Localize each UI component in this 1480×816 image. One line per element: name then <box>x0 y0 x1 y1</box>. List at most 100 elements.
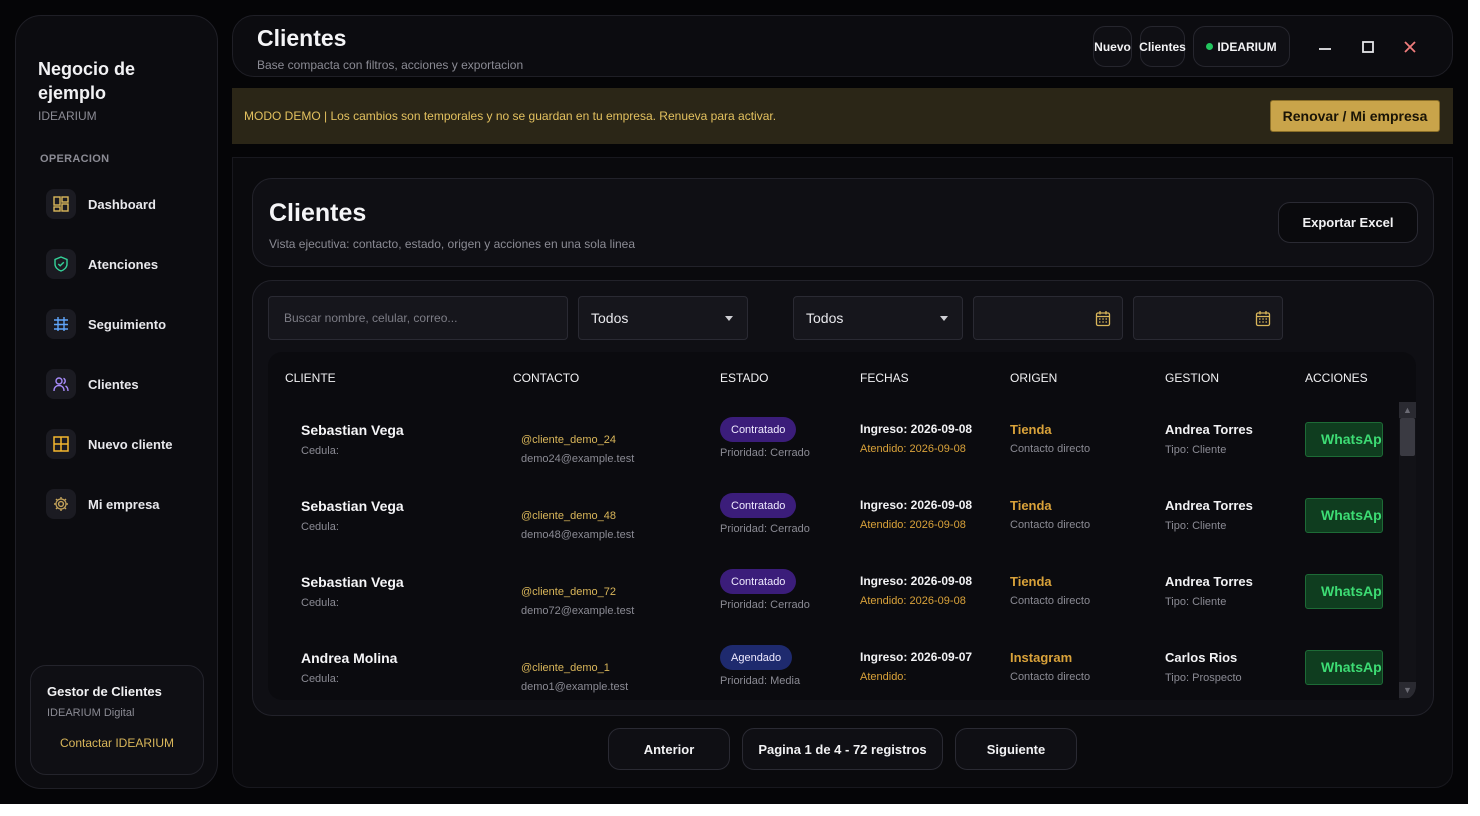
support-card: Gestor de Clientes IDEARIUM Digital Cont… <box>30 665 204 775</box>
client-email: demo24@example.test <box>521 453 635 465</box>
sidebar: Negocio de ejemplo IDEARIUM OPERACION Da… <box>15 15 218 789</box>
page-subtitle: Base compacta con filtros, acciones y ex… <box>257 58 524 72</box>
status-badge: Agendado <box>720 645 793 670</box>
sidebar-item-atenciones[interactable]: Atenciones <box>46 247 206 281</box>
export-excel-button[interactable]: Exportar Excel <box>1278 202 1418 243</box>
grid-plus-icon <box>46 429 76 459</box>
client-name: Sebastian Vega <box>301 498 404 514</box>
column-header: ORIGEN <box>1010 371 1058 385</box>
client-name: Sebastian Vega <box>301 422 404 438</box>
ingreso-date: Ingreso: 2026-09-08 <box>860 422 973 436</box>
client-handle[interactable]: @cliente_demo_24 <box>521 434 616 446</box>
client-handle[interactable]: @cliente_demo_72 <box>521 586 616 598</box>
manager-name: Andrea Torres <box>1165 498 1253 513</box>
client-email: demo48@example.test <box>521 529 635 541</box>
support-card-subtitle: IDEARIUM Digital <box>47 707 135 719</box>
select-value: Todos <box>806 310 844 326</box>
close-icon <box>1404 41 1416 53</box>
next-page-button[interactable]: Siguiente <box>955 728 1077 770</box>
origin-text: Tienda <box>1010 574 1052 589</box>
demo-banner: MODO DEMO | Los cambios son temporales y… <box>232 88 1453 144</box>
app-window: Negocio de ejemplo IDEARIUM OPERACION Da… <box>0 0 1468 804</box>
client-type: Tipo: Cliente <box>1165 520 1227 532</box>
minimize-button[interactable] <box>1314 36 1336 58</box>
contact-link[interactable]: Contactar IDEARIUM <box>31 736 203 750</box>
previous-page-button[interactable]: Anterior <box>608 728 730 770</box>
table-row[interactable]: Andrea Molina Cedula: @cliente_demo_1 de… <box>268 632 1398 700</box>
manager-name: Carlos Rios <box>1165 650 1238 665</box>
origin-subtext: Contacto directo <box>1010 671 1091 683</box>
org-status-pill[interactable]: IDEARIUM <box>1193 26 1290 67</box>
status-badge: Contratado <box>720 569 797 594</box>
section-subtitle: Vista ejecutiva: contacto, estado, orige… <box>269 237 636 251</box>
status-badge: Contratado <box>720 417 797 442</box>
origen-filter-select[interactable]: Todos <box>793 296 963 340</box>
column-header: FECHAS <box>860 371 909 385</box>
page-info: Pagina 1 de 4 - 72 registros <box>742 728 943 770</box>
date-from-input[interactable] <box>973 296 1123 340</box>
clientes-button[interactable]: Clientes <box>1139 26 1186 67</box>
search-input[interactable] <box>268 296 568 340</box>
sidebar-item-dashboard[interactable]: Dashboard <box>46 187 206 221</box>
status-dot-icon <box>1206 43 1214 50</box>
client-name: Sebastian Vega <box>301 574 404 590</box>
clients-table: CLIENTE CONTACTO ESTADO FECHAS ORIGEN GE… <box>268 352 1416 700</box>
minimize-icon <box>1319 48 1331 50</box>
sidebar-item-seguimiento[interactable]: Seguimiento <box>46 307 206 341</box>
whatsapp-button[interactable]: WhatsApp <box>1305 422 1383 457</box>
client-name: Andrea Molina <box>301 650 398 666</box>
support-card-title: Gestor de Clientes <box>47 684 162 699</box>
priority-text: Prioridad: Cerrado <box>720 523 810 535</box>
maximize-icon <box>1362 41 1374 53</box>
dashboard-icon <box>46 189 76 219</box>
sidebar-item-mi-empresa[interactable]: Mi empresa <box>46 487 206 521</box>
nuevo-button[interactable]: Nuevo <box>1093 26 1132 67</box>
priority-text: Prioridad: Media <box>720 675 801 687</box>
chevron-down-icon <box>940 316 948 321</box>
sidebar-item-nuevo-cliente[interactable]: Nuevo cliente <box>46 427 206 461</box>
date-to-input[interactable] <box>1133 296 1283 340</box>
manager-name: Andrea Torres <box>1165 574 1253 589</box>
client-cedula: Cedula: <box>301 521 339 533</box>
client-type: Tipo: Cliente <box>1165 444 1227 456</box>
whatsapp-button[interactable]: WhatsApp <box>1305 650 1383 685</box>
table-row[interactable]: Sebastian Vega Cedula: @cliente_demo_48 … <box>268 480 1398 556</box>
ingreso-date: Ingreso: 2026-09-08 <box>860 574 973 588</box>
client-handle[interactable]: @cliente_demo_48 <box>521 510 616 522</box>
estado-filter-select[interactable]: Todos <box>578 296 748 340</box>
whatsapp-button[interactable]: WhatsApp <box>1305 574 1383 609</box>
priority-text: Prioridad: Cerrado <box>720 447 810 459</box>
scroll-down-arrow-icon[interactable]: ▼ <box>1399 682 1416 698</box>
origin-subtext: Contacto directo <box>1010 595 1091 607</box>
table-row[interactable]: Sebastian Vega Cedula: @cliente_demo_24 … <box>268 404 1398 480</box>
top-bar: Clientes Base compacta con filtros, acci… <box>232 15 1453 77</box>
column-header: CONTACTO <box>513 371 580 385</box>
client-cedula: Cedula: <box>301 673 339 685</box>
ingreso-date: Ingreso: 2026-09-08 <box>860 498 973 512</box>
clients-header-card: Clientes Vista ejecutiva: contacto, esta… <box>252 178 1434 267</box>
shield-check-icon <box>46 249 76 279</box>
brand-title: Negocio de ejemplo <box>38 59 136 103</box>
sidebar-item-label: Clientes <box>88 376 139 392</box>
maximize-button[interactable] <box>1357 36 1379 58</box>
manager-name: Andrea Torres <box>1165 422 1253 437</box>
scrollbar-thumb[interactable] <box>1400 418 1415 456</box>
scroll-up-arrow-icon[interactable]: ▲ <box>1399 402 1416 418</box>
sidebar-item-label: Nuevo cliente <box>88 436 173 452</box>
origin-text: Instagram <box>1010 650 1073 665</box>
client-cedula: Cedula: <box>301 445 339 457</box>
sidebar-item-label: Dashboard <box>88 196 156 212</box>
section-label: OPERACION <box>40 153 110 165</box>
renew-button[interactable]: Renovar / Mi empresa <box>1270 100 1440 132</box>
table-row[interactable]: Sebastian Vega Cedula: @cliente_demo_72 … <box>268 556 1398 632</box>
chevron-down-icon <box>725 316 733 321</box>
section-title: Clientes <box>269 199 367 227</box>
client-handle[interactable]: @cliente_demo_1 <box>521 662 610 674</box>
calendar-icon <box>1095 311 1111 327</box>
org-name: IDEARIUM <box>1217 39 1277 54</box>
close-button[interactable] <box>1399 36 1421 58</box>
client-email: demo72@example.test <box>521 605 635 617</box>
sidebar-item-clientes[interactable]: Clientes <box>46 367 206 401</box>
atendido-date: Atendido: 2026-09-08 <box>860 443 966 455</box>
whatsapp-button[interactable]: WhatsApp <box>1305 498 1383 533</box>
